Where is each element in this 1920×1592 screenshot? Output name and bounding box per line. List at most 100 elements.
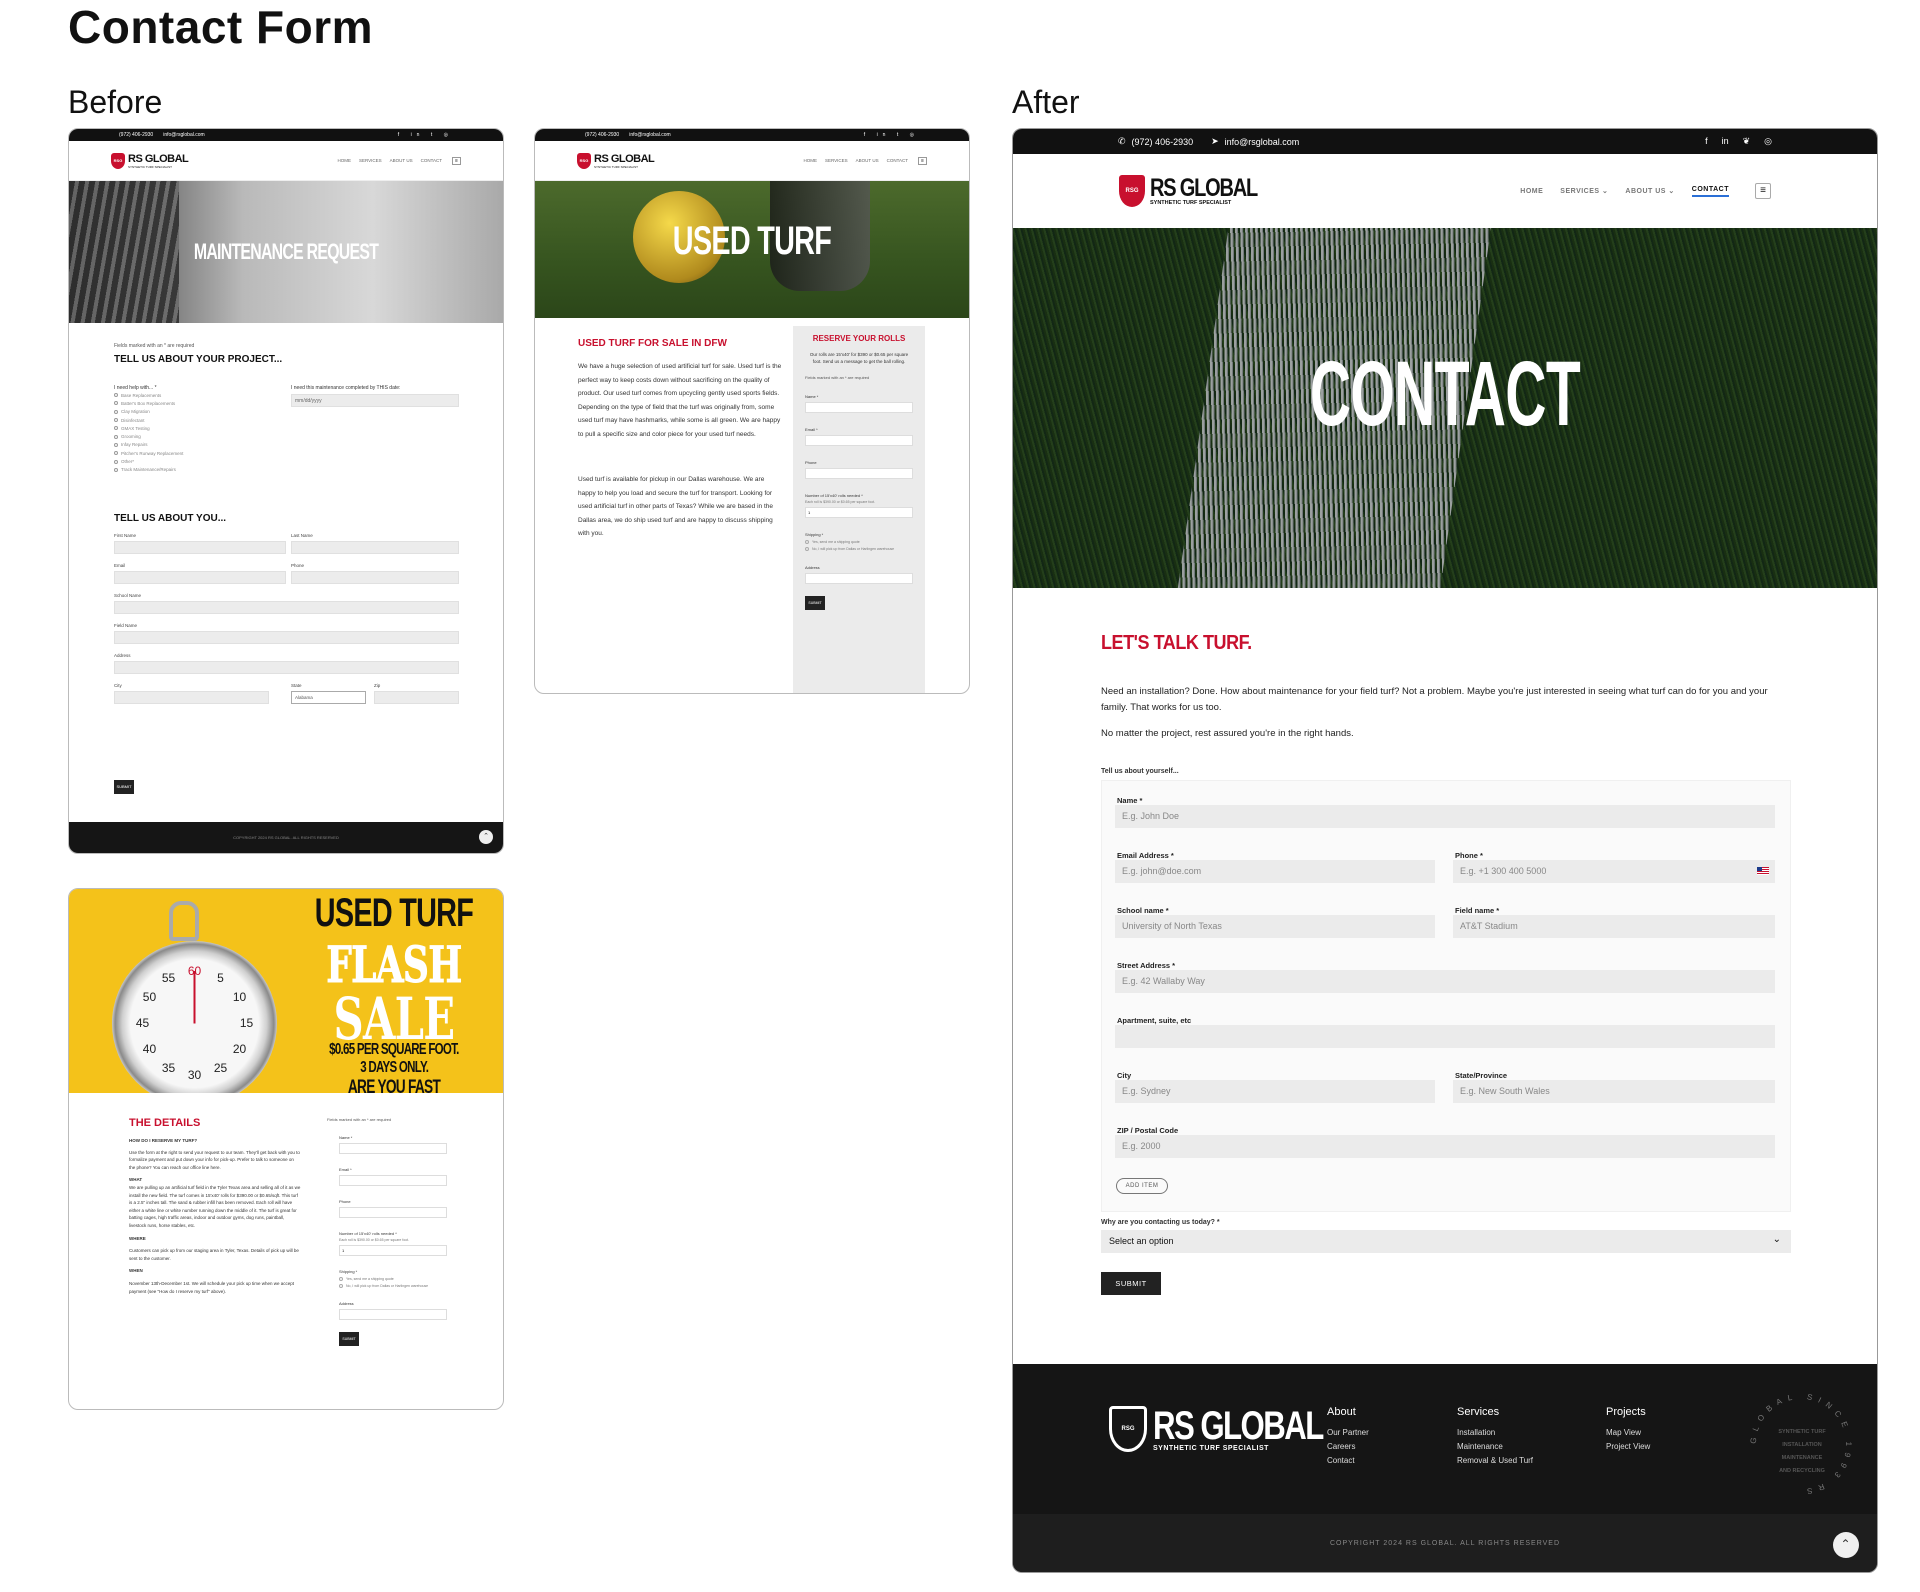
text-input[interactable] [114, 691, 269, 704]
need-help-option[interactable]: Pitcher's Runway Replacement [114, 449, 284, 457]
footer-link[interactable]: Contact [1327, 1454, 1369, 1468]
social-icons[interactable]: f in t ◎ [398, 132, 453, 138]
text-input[interactable]: 1 [339, 1245, 447, 1256]
nav-contact[interactable]: CONTACT [1691, 186, 1729, 197]
twitter-icon[interactable]: ❦ [1743, 136, 1751, 147]
text-input[interactable] [114, 571, 286, 584]
social-icons[interactable]: f in t ◎ [864, 132, 919, 138]
nav-home[interactable]: HOME [1520, 188, 1543, 195]
nav-contact[interactable]: CONTACT [887, 158, 908, 163]
email-text[interactable]: info@rsglobal.com [629, 132, 670, 138]
phone-text[interactable]: (972) 406-2930 [585, 132, 619, 138]
instagram-icon[interactable]: ◎ [1764, 136, 1772, 147]
footer-link[interactable]: Project View [1606, 1440, 1650, 1454]
text-input[interactable] [339, 1143, 447, 1154]
radio-icon[interactable] [114, 426, 118, 431]
nav-services[interactable]: SERVICES [825, 158, 848, 163]
text-input[interactable] [805, 402, 913, 413]
menu-icon[interactable]: ≡ [918, 156, 927, 165]
text-input[interactable]: 1 [805, 507, 913, 518]
text-input[interactable] [114, 661, 459, 674]
shipping-option[interactable]: No, I will pick up from Dallas or Harlin… [805, 547, 925, 551]
radio-icon[interactable] [114, 434, 118, 439]
shipping-option[interactable]: Yes, send me a shipping quote [805, 540, 925, 544]
footer-link[interactable]: Map View [1606, 1426, 1650, 1440]
facebook-icon[interactable]: f [1705, 136, 1708, 147]
email-text[interactable]: info@rsglobal.com [163, 132, 204, 138]
radio-icon[interactable] [339, 1277, 343, 1281]
text-input[interactable] [339, 1207, 447, 1218]
radio-icon[interactable] [114, 451, 118, 456]
need-help-option[interactable]: Grooming [114, 432, 284, 440]
need-help-option[interactable]: Other* [114, 457, 284, 465]
street-input[interactable]: E.g. 42 Wallaby Way [1115, 970, 1775, 993]
state-select[interactable]: Alabama [291, 691, 366, 704]
footer-link[interactable]: Installation [1457, 1426, 1533, 1440]
shipping-option[interactable]: Yes, send me a shipping quote [339, 1277, 459, 1281]
text-input[interactable] [805, 573, 913, 584]
us-flag-icon[interactable] [1757, 867, 1769, 875]
apartment-input[interactable] [1115, 1025, 1775, 1048]
nav-about[interactable]: ABOUT US [390, 158, 413, 163]
add-item-button[interactable]: ADD ITEM [1116, 1178, 1168, 1194]
need-help-option[interactable]: Track Maintenance/Repairs [114, 466, 284, 474]
city-input[interactable]: E.g. Sydney [1115, 1080, 1435, 1103]
topbar-email[interactable]: ➤ info@rsglobal.com [1211, 136, 1299, 147]
phone-text[interactable]: (972) 406-2930 [119, 132, 153, 138]
need-help-option[interactable]: GMAX Testing [114, 424, 284, 432]
back-to-top-icon[interactable]: ⌃ [1833, 1532, 1859, 1558]
date-input[interactable]: mm/dd/yyyy [291, 394, 459, 407]
need-help-option[interactable]: Base Replacements [114, 391, 284, 399]
menu-icon[interactable]: ≡ [452, 156, 461, 165]
footer-link[interactable]: Our Partner [1327, 1426, 1369, 1440]
school-input[interactable]: University of North Texas [1115, 915, 1435, 938]
submit-button[interactable]: SUBMIT [339, 1332, 359, 1346]
radio-icon[interactable] [114, 393, 118, 398]
radio-icon[interactable] [114, 401, 118, 406]
radio-icon[interactable] [805, 540, 809, 544]
text-input[interactable] [805, 435, 913, 446]
submit-button[interactable]: SUBMIT [805, 596, 825, 610]
need-help-option[interactable]: Infay Repairs [114, 441, 284, 449]
radio-icon[interactable] [114, 442, 118, 447]
need-help-option[interactable]: Batter's Box Replacements [114, 399, 284, 407]
shipping-option[interactable]: No, I will pick up from Dallas or Harlin… [339, 1284, 459, 1288]
text-input[interactable] [339, 1175, 447, 1186]
linkedin-icon[interactable]: in [1722, 136, 1729, 147]
menu-icon[interactable]: ≡ [1755, 183, 1771, 199]
text-input[interactable] [291, 541, 459, 554]
nav-home[interactable]: HOME [337, 158, 351, 163]
footer-link[interactable]: Removal & Used Turf [1457, 1454, 1533, 1468]
footer-link[interactable]: Maintenance [1457, 1440, 1533, 1454]
nav-home[interactable]: HOME [803, 158, 817, 163]
radio-icon[interactable] [114, 459, 118, 464]
topbar-phone[interactable]: ✆ (972) 406-2930 [1118, 136, 1193, 147]
footer-link[interactable]: Careers [1327, 1440, 1369, 1454]
reason-select[interactable]: Select an option ⌄ [1101, 1230, 1791, 1253]
text-input[interactable] [339, 1309, 447, 1320]
text-input[interactable] [805, 468, 913, 479]
back-to-top-icon[interactable]: ⌃ [479, 830, 493, 844]
text-input[interactable] [114, 631, 459, 644]
nav-services[interactable]: SERVICES ⌄ [1560, 187, 1608, 195]
name-input[interactable]: E.g. John Doe [1115, 805, 1775, 828]
text-input[interactable] [114, 541, 286, 554]
nav-about[interactable]: ABOUT US ⌄ [1625, 187, 1674, 195]
radio-icon[interactable] [805, 547, 809, 551]
text-input[interactable] [291, 571, 459, 584]
need-help-option[interactable]: Disinfectant [114, 416, 284, 424]
phone-input[interactable]: E.g. +1 300 400 5000 [1453, 860, 1775, 883]
submit-button[interactable]: SUBMIT [1101, 1272, 1161, 1295]
logo[interactable]: RSG RS GLOBAL SYNTHETIC TURF SPECIALIST [111, 152, 189, 169]
field-name-input[interactable]: AT&T Stadium [1453, 915, 1775, 938]
nav-about[interactable]: ABOUT US [856, 158, 879, 163]
submit-button[interactable]: SUBMIT [114, 780, 134, 794]
nav-services[interactable]: SERVICES [359, 158, 382, 163]
state-input[interactable]: E.g. New South Wales [1453, 1080, 1775, 1103]
text-input[interactable] [374, 691, 459, 704]
radio-icon[interactable] [114, 409, 118, 414]
need-help-option[interactable]: Clay Migration [114, 408, 284, 416]
radio-icon[interactable] [339, 1284, 343, 1288]
logo[interactable]: RSG RS GLOBAL SYNTHETIC TURF SPECIALIST [1119, 175, 1284, 207]
text-input[interactable] [114, 601, 459, 614]
